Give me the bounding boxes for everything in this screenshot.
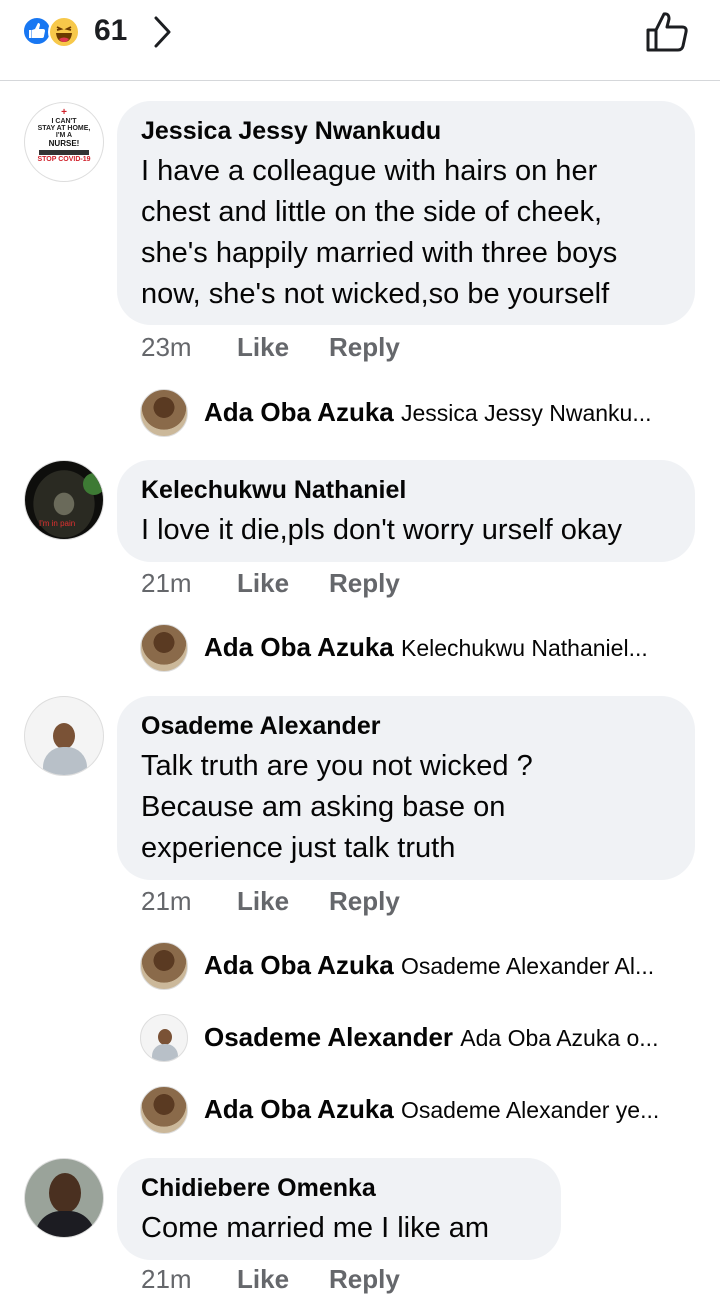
reply-preview[interactable]: Ada Oba Azuka Osademe Alexander Al... [140, 942, 700, 990]
reply-author: Osademe Alexander [204, 1022, 454, 1052]
comment-author[interactable]: Kelechukwu Nathaniel [141, 476, 671, 504]
reply-preview[interactable]: Osademe Alexander Ada Oba Azuka o... [140, 1014, 700, 1062]
avatar-caption: NURSE! [48, 139, 80, 148]
avatar[interactable] [24, 1158, 104, 1238]
avatar [140, 942, 188, 990]
reply-text: Ada Oba Azuka o... [460, 1025, 659, 1051]
comment-author[interactable]: Jessica Jessy Nwankudu [141, 117, 671, 145]
like-button[interactable]: Like [237, 1264, 289, 1295]
reply-author: Ada Oba Azuka [204, 950, 394, 980]
reply-button[interactable]: Reply [329, 1264, 400, 1295]
comment-text: I love it die,pls don't worry urself oka… [141, 514, 623, 546]
reaction-icons[interactable] [22, 16, 92, 48]
like-button[interactable]: Like [237, 332, 289, 363]
comment-time: 21m [141, 1264, 192, 1294]
reply-preview[interactable]: Ada Oba Azuka Jessica Jessy Nwanku... [140, 389, 700, 437]
comment-bubble[interactable]: Osademe Alexander Talk truth are you not… [117, 696, 695, 880]
reply-author: Ada Oba Azuka [204, 632, 394, 662]
comment-author[interactable]: Osademe Alexander [141, 712, 671, 740]
comment-text: Talk truth are you not wicked ? Because … [141, 750, 533, 864]
avatar-caption: STOP COVID-19 [37, 156, 91, 163]
reply-text: Jessica Jessy Nwanku... [400, 400, 652, 426]
avatar[interactable]: I'm in pain [24, 460, 104, 540]
comment-bubble[interactable]: Jessica Jessy Nwankudu I have a colleagu… [117, 101, 695, 325]
like-button[interactable]: Like [237, 568, 289, 599]
avatar [140, 389, 188, 437]
reply-button[interactable]: Reply [329, 332, 400, 363]
avatar [140, 1014, 188, 1062]
reply-button[interactable]: Reply [329, 886, 400, 917]
chevron-right-icon[interactable] [150, 14, 174, 50]
comment-text: Come married me I like am [141, 1212, 490, 1244]
avatar [140, 624, 188, 672]
avatar-caption: I'm in pain [39, 519, 76, 528]
reactions-bar[interactable]: 61 [0, 0, 720, 81]
reaction-count[interactable]: 61 [94, 14, 127, 48]
reply-button[interactable]: Reply [329, 568, 400, 599]
comment-bubble[interactable]: Kelechukwu Nathaniel I love it die,pls d… [117, 460, 695, 562]
like-thumb-icon[interactable] [644, 10, 690, 54]
reply-preview[interactable]: Ada Oba Azuka Kelechukwu Nathaniel... [140, 624, 700, 672]
avatar-caption: I CAN'T [51, 118, 77, 125]
haha-reaction-icon [48, 16, 80, 48]
comment-bubble[interactable]: Chidiebere Omenka Come married me I like… [117, 1158, 561, 1260]
comment-time: 21m [141, 886, 192, 916]
reply-author: Ada Oba Azuka [204, 397, 394, 427]
reply-preview[interactable]: Ada Oba Azuka Osademe Alexander ye... [140, 1086, 700, 1134]
like-button[interactable]: Like [237, 886, 289, 917]
comment-time: 21m [141, 568, 192, 598]
reply-text: Kelechukwu Nathaniel... [400, 635, 648, 661]
avatar[interactable]: + I CAN'T STAY AT HOME, I'M A NURSE! STO… [24, 102, 104, 182]
reply-text: Osademe Alexander Al... [400, 953, 655, 979]
comment-text: I have a colleague with hairs on her che… [141, 155, 618, 310]
comment-time: 23m [141, 332, 192, 362]
avatar [140, 1086, 188, 1134]
reply-text: Osademe Alexander ye... [400, 1097, 660, 1123]
avatar-caption: STAY AT HOME, [37, 125, 91, 132]
avatar-caption: I'M A [55, 132, 73, 139]
comment-author[interactable]: Chidiebere Omenka [141, 1174, 537, 1202]
avatar[interactable] [24, 696, 104, 776]
reply-author: Ada Oba Azuka [204, 1094, 394, 1124]
